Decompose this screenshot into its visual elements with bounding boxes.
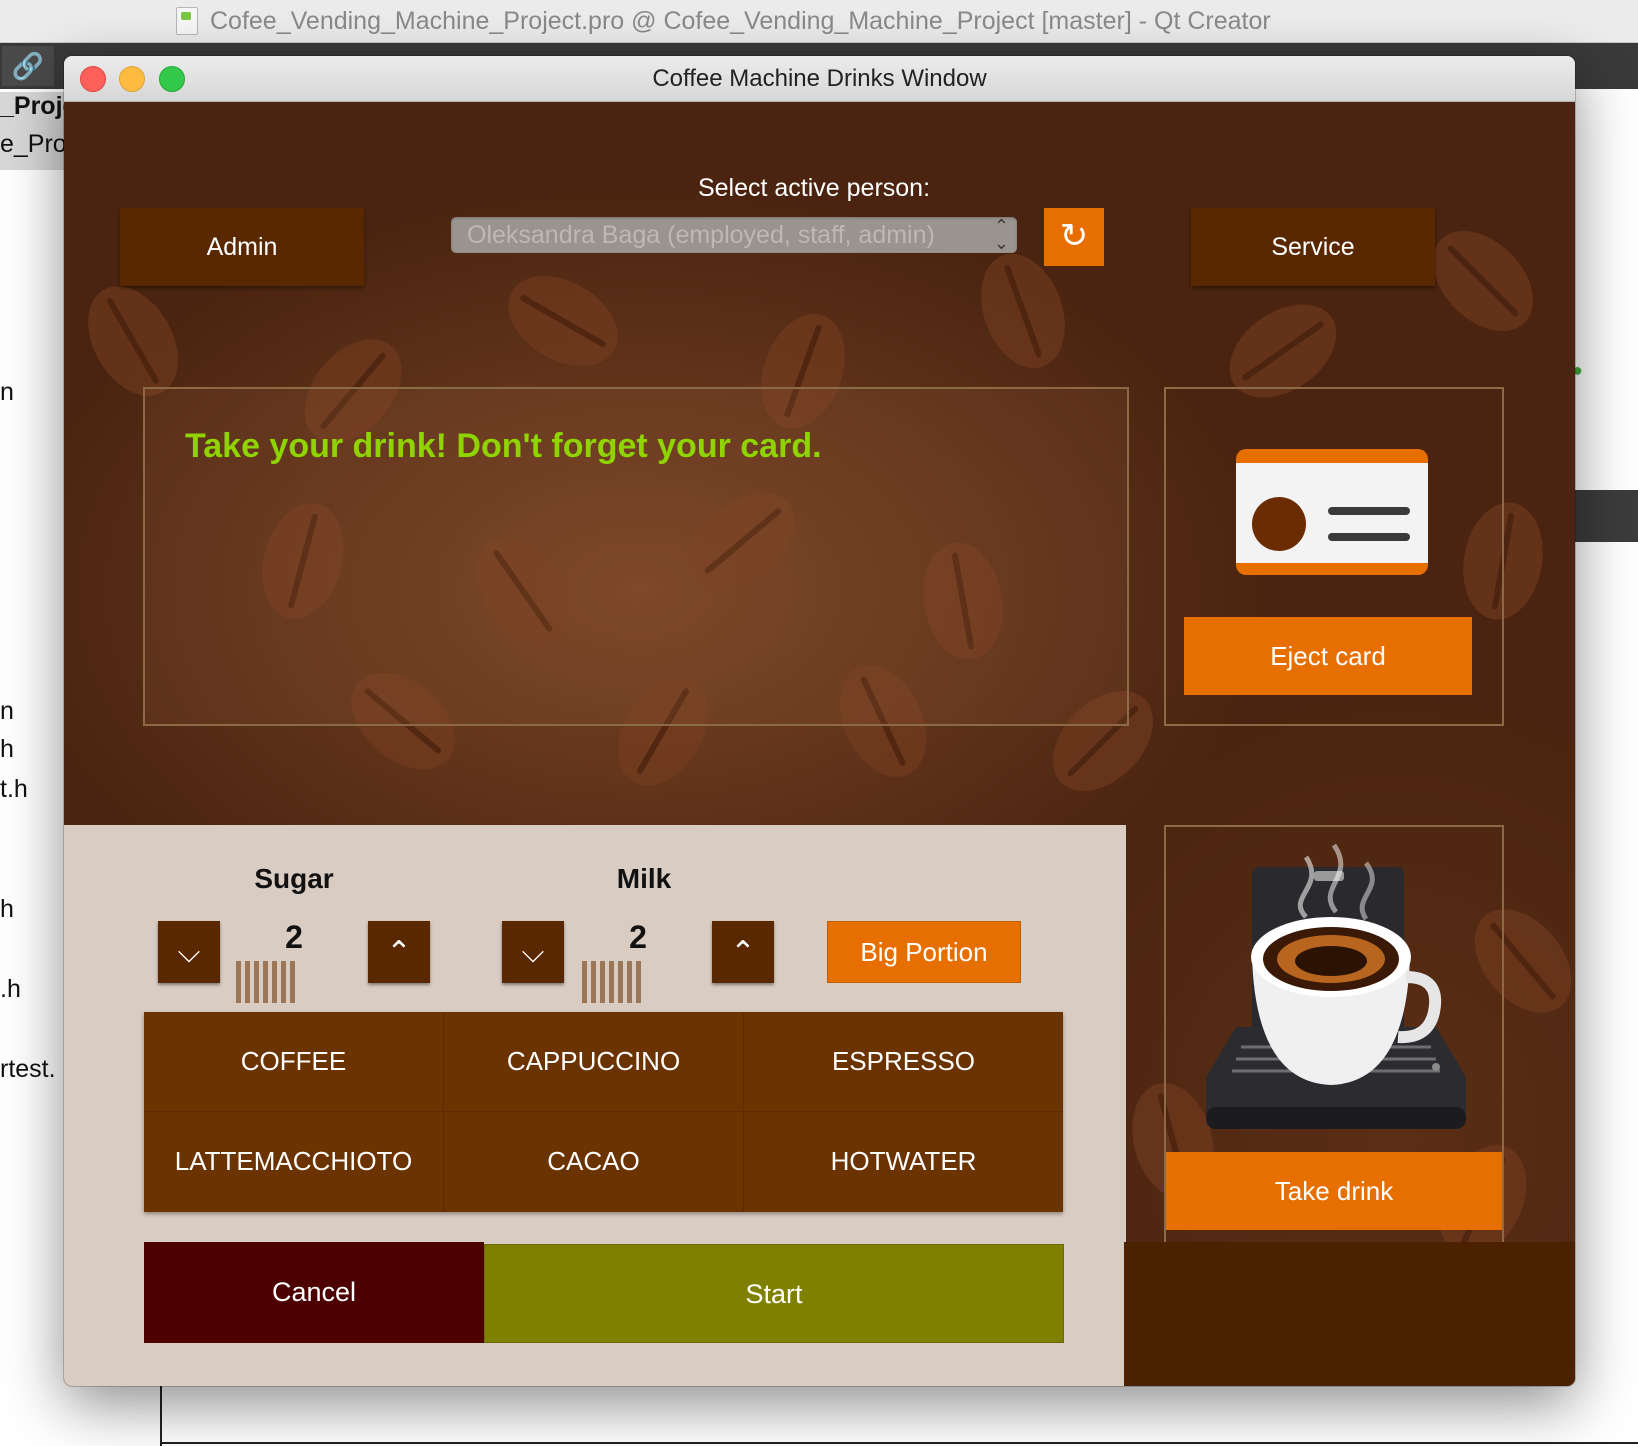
- cancel-button[interactable]: Cancel: [144, 1242, 484, 1343]
- refresh-icon: ↻: [1059, 217, 1089, 255]
- admin-button[interactable]: Admin: [120, 208, 364, 286]
- project-tree-item[interactable]: e_Proj: [0, 130, 66, 159]
- sugar-increase-button[interactable]: ⌃: [368, 921, 430, 983]
- sugar-value: 2: [285, 919, 303, 955]
- drink-hotwater-button[interactable]: HOTWATER: [744, 1112, 1063, 1211]
- status-message: Take your drink! Don't forget your card.: [185, 427, 822, 465]
- project-tree-item[interactable]: _Proje: [0, 92, 66, 121]
- drink-espresso-button[interactable]: ESPRESSO: [744, 1012, 1063, 1111]
- qt-creator-toolbar-right: [1575, 43, 1638, 89]
- message-panel: Take your drink! Don't forget your card.: [143, 387, 1129, 726]
- person-select-label: Select active person:: [697, 174, 931, 202]
- coffee-machine-window: Coffee Machine Drinks Window Admin Selec…: [64, 56, 1575, 1386]
- take-drink-button[interactable]: Take drink: [1166, 1152, 1502, 1230]
- refresh-button[interactable]: ↻: [1044, 208, 1104, 266]
- chevron-down-icon: ⌵: [521, 936, 545, 969]
- drink-cappuccino-button[interactable]: CAPPUCCINO: [444, 1012, 743, 1111]
- grid-divider: [743, 1012, 744, 1212]
- chevron-up-icon: ⌃: [730, 936, 756, 969]
- project-tree-item[interactable]: h: [0, 895, 66, 924]
- milk-increase-button[interactable]: ⌃: [712, 921, 774, 983]
- coffee-machine-image: [1206, 843, 1466, 1129]
- eject-card-button[interactable]: Eject card: [1184, 617, 1472, 695]
- card-panel: Eject card: [1164, 387, 1504, 726]
- chevron-up-icon: ⌃: [386, 936, 412, 969]
- editor-border: [160, 1385, 162, 1446]
- minimize-window-button[interactable]: [119, 66, 145, 92]
- project-tree-item[interactable]: h: [0, 735, 66, 764]
- card-line: [1328, 533, 1410, 541]
- drink-coffee-button[interactable]: COFFEE: [144, 1012, 443, 1111]
- start-button[interactable]: Start: [484, 1244, 1064, 1343]
- big-portion-button[interactable]: Big Portion: [827, 921, 1021, 983]
- milk-level-indicator: [582, 961, 642, 1003]
- person-select-value: Oleksandra Baga (employed, staff, admin): [467, 221, 935, 249]
- bottom-right-panel: [1124, 1242, 1575, 1386]
- drink-lattemacchiato-button[interactable]: LATTEMACCHIOTO: [144, 1112, 443, 1211]
- grid-divider: [443, 1012, 444, 1212]
- sugar-decrease-button[interactable]: ⌵: [158, 921, 220, 983]
- project-tree-item[interactable]: .h: [0, 975, 66, 1004]
- link-icon[interactable]: 🔗: [2, 46, 54, 86]
- sugar-level-indicator: [236, 961, 296, 1003]
- close-window-button[interactable]: [80, 66, 106, 92]
- drink-output-panel: Take drink: [1164, 825, 1504, 1245]
- id-card-icon: [1236, 449, 1428, 575]
- card-avatar-dot: [1252, 497, 1306, 551]
- window-titlebar: Coffee Machine Drinks Window: [64, 56, 1575, 102]
- project-tree-item[interactable]: n: [0, 378, 66, 407]
- window-title: Coffee Machine Drinks Window: [652, 65, 987, 92]
- milk-title: Milk: [616, 863, 672, 894]
- milk-decrease-button[interactable]: ⌵: [502, 921, 564, 983]
- select-arrows-icon: ⌃ ⌄: [993, 216, 1009, 253]
- editor-right-strip: [1575, 490, 1638, 542]
- drinks-grid: COFFEE CAPPUCCINO ESPRESSO LATTEMACCHIOT…: [144, 1012, 1063, 1212]
- editor-border: [160, 1442, 1638, 1444]
- sugar-title: Sugar: [254, 863, 334, 894]
- chevron-down-icon: ⌵: [177, 936, 201, 969]
- qt-creator-title: Cofee_Vending_Machine_Project.pro @ Cofe…: [210, 7, 1271, 35]
- card-line: [1328, 507, 1410, 515]
- service-button[interactable]: Service: [1191, 208, 1435, 286]
- maximize-window-button[interactable]: [159, 66, 185, 92]
- project-tree-item[interactable]: rtest.: [0, 1055, 66, 1084]
- milk-value: 2: [629, 919, 647, 955]
- project-sidebar: [0, 89, 70, 1446]
- pro-file-icon: [176, 7, 198, 35]
- drink-cacao-button[interactable]: CACAO: [444, 1112, 743, 1211]
- qt-creator-titlebar: Cofee_Vending_Machine_Project.pro @ Cofe…: [0, 0, 1638, 43]
- grid-divider: [144, 1111, 1063, 1112]
- person-select[interactable]: Oleksandra Baga (employed, staff, admin)…: [451, 217, 1017, 253]
- project-tree-item[interactable]: t.h: [0, 775, 66, 804]
- project-tree-item[interactable]: n: [0, 697, 66, 726]
- machine-background: Admin Select active person: Oleksandra B…: [64, 102, 1575, 1386]
